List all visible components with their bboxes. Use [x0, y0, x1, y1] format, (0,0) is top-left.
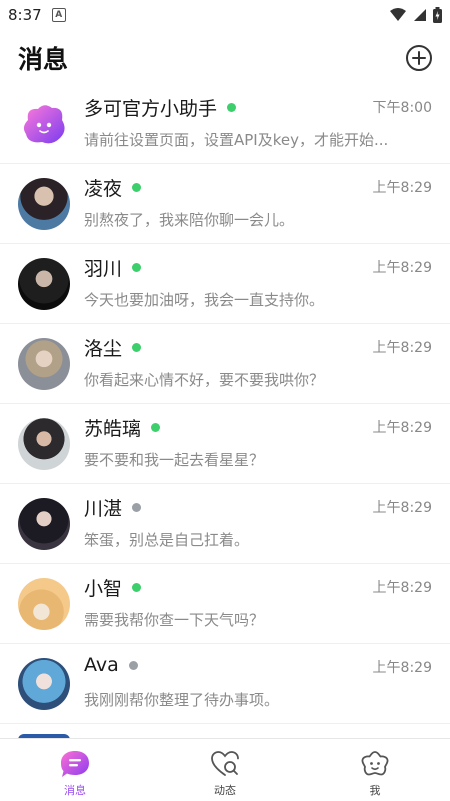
- avatar: [18, 658, 70, 710]
- chat-time: 上午8:29: [372, 260, 432, 276]
- chat-time: 上午8:29: [372, 420, 432, 436]
- chat-name: 洛尘: [84, 338, 123, 360]
- chat-name: Ava: [84, 654, 119, 676]
- chat-preview: 需要我帮你查一下天气吗？: [84, 611, 265, 629]
- chat-preview: 你看起来心情不好，要不要我哄你？: [84, 371, 325, 389]
- status-time: 8:37: [8, 6, 42, 24]
- chat-time: 下午8:00: [372, 100, 432, 116]
- chat-row[interactable]: 凌夜 上午8:29 别熬夜了，我来陪你聊一会儿。: [0, 164, 450, 244]
- battery-icon: [433, 7, 442, 23]
- chat-time: 上午8:29: [372, 500, 432, 516]
- page-title: 消息: [18, 45, 69, 74]
- chat-preview: 今天也要加油呀，我会一直支持你。: [84, 291, 325, 309]
- chat-name: 川湛: [84, 498, 123, 520]
- blob-mascot-icon: [23, 105, 65, 144]
- chat-preview: 笨蛋，别总是自己扛着。: [84, 531, 250, 549]
- plus-icon: [412, 51, 426, 65]
- signal-icon: [414, 9, 426, 21]
- chat-time: 上午8:29: [372, 660, 432, 676]
- tab-label: 动态: [214, 784, 236, 797]
- online-status-dot: [227, 103, 237, 112]
- chat-time: 上午8:29: [372, 340, 432, 356]
- add-button[interactable]: [406, 45, 432, 71]
- online-status-dot: [132, 343, 142, 352]
- avatar: [18, 498, 70, 550]
- tab-moments[interactable]: 动态: [150, 739, 300, 801]
- status-bar: 8:37 A: [0, 0, 450, 30]
- tab-profile[interactable]: 我: [300, 739, 450, 801]
- wifi-icon: [390, 8, 406, 21]
- smiley-flower-icon: [361, 751, 389, 776]
- tab-label: 消息: [64, 784, 86, 797]
- avatar: [18, 258, 70, 310]
- avatar: [18, 338, 70, 390]
- offline-status-dot: [132, 503, 142, 512]
- avatar: [18, 178, 70, 230]
- offline-status-dot: [128, 660, 138, 670]
- online-status-dot: [132, 183, 142, 192]
- bottom-tab-bar: 消息 动态 我: [0, 738, 450, 801]
- page-header: 消息: [0, 30, 450, 86]
- heart-search-icon: [211, 751, 239, 776]
- chat-row[interactable]: 多可官方小助手 下午8:00 请前往设置页面，设置API及key，才能开始...: [0, 84, 450, 164]
- chat-preview: 请前往设置页面，设置API及key，才能开始...: [84, 131, 389, 149]
- online-status-dot: [132, 583, 142, 592]
- chat-name: 多可官方小助手: [84, 98, 218, 120]
- assistant-avatar: [18, 98, 70, 150]
- chat-preview: 我刚刚帮你整理了待办事项。: [84, 691, 280, 709]
- notification-a-icon: A: [51, 8, 66, 22]
- online-status-dot: [151, 423, 161, 432]
- chat-row[interactable]: 苏皓璃 上午8:29 要不要和我一起去看星星？: [0, 404, 450, 484]
- avatar: [18, 418, 70, 470]
- chat-bubble-icon: [61, 751, 89, 777]
- chat-list: 多可官方小助手 下午8:00 请前往设置页面，设置API及key，才能开始...…: [0, 84, 450, 724]
- avatar: [18, 578, 70, 630]
- tab-label: 我: [369, 784, 381, 797]
- chat-time: 上午8:29: [372, 580, 432, 596]
- chat-row[interactable]: 洛尘 上午8:29 你看起来心情不好，要不要我哄你？: [0, 324, 450, 404]
- chat-name: 苏皓璃: [84, 418, 142, 440]
- chat-row[interactable]: 小智 上午8:29 需要我帮你查一下天气吗？: [0, 564, 450, 644]
- chat-name: 羽川: [84, 258, 123, 280]
- chat-preview: 别熬夜了，我来陪你聊一会儿。: [84, 211, 295, 229]
- chat-time: 上午8:29: [372, 180, 432, 196]
- online-status-dot: [132, 263, 142, 272]
- chat-row[interactable]: Ava 上午8:29 我刚刚帮你整理了待办事项。: [0, 644, 450, 724]
- tab-messages[interactable]: 消息: [0, 739, 150, 801]
- chat-row[interactable]: 羽川 上午8:29 今天也要加油呀，我会一直支持你。: [0, 244, 450, 324]
- chat-name: 小智: [84, 578, 123, 600]
- chat-name: 凌夜: [84, 178, 123, 200]
- chat-row[interactable]: 川湛 上午8:29 笨蛋，别总是自己扛着。: [0, 484, 450, 564]
- chat-preview: 要不要和我一起去看星星？: [84, 451, 265, 469]
